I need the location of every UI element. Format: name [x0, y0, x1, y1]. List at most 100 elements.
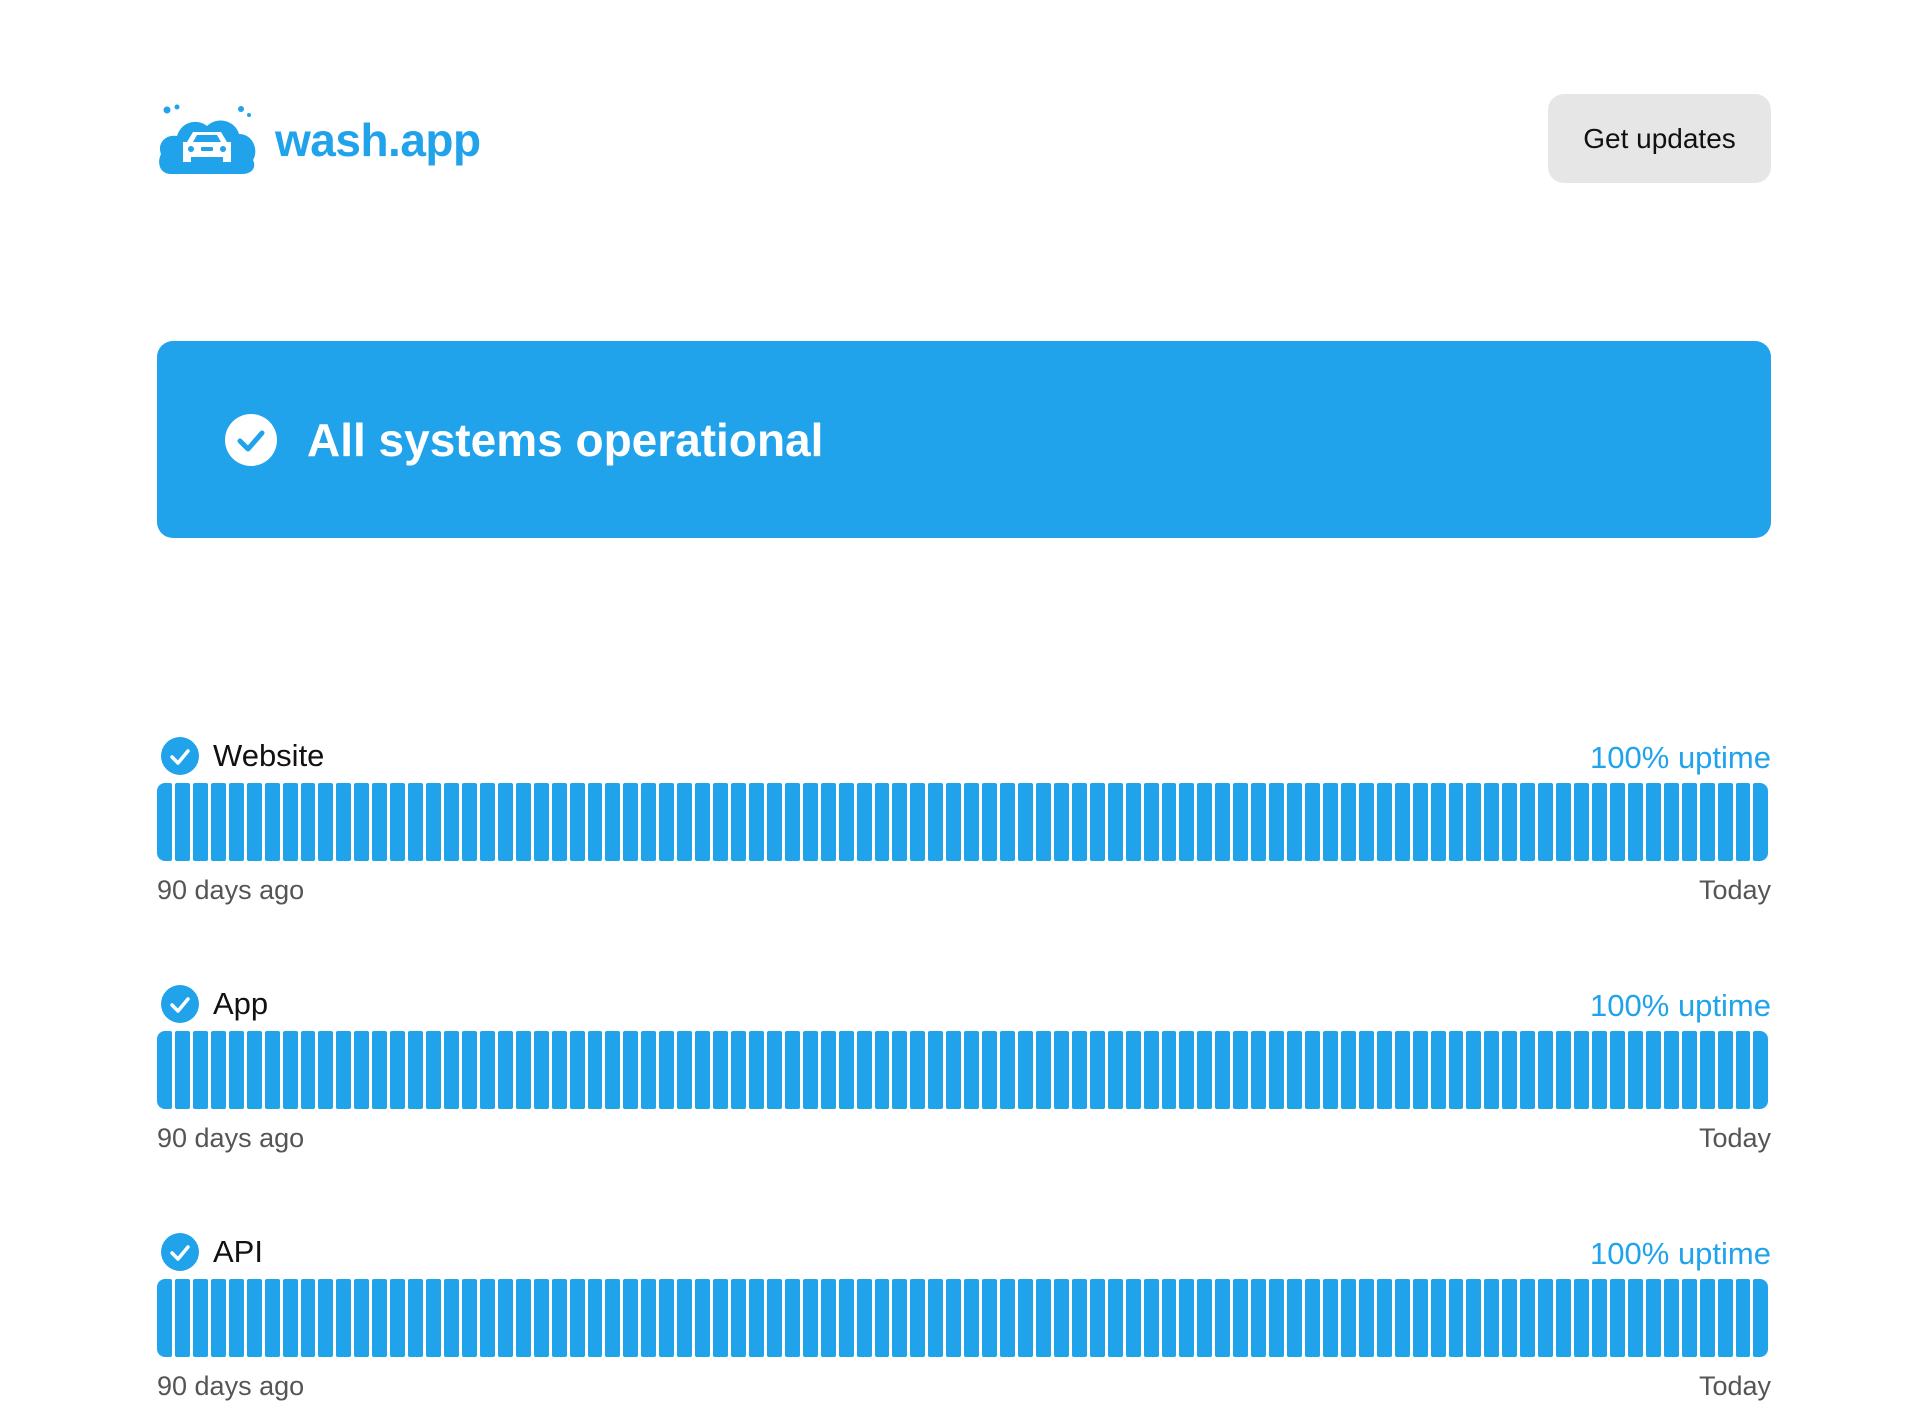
uptime-day-bar[interactable] — [892, 1031, 908, 1109]
uptime-day-bar[interactable] — [426, 1031, 441, 1109]
uptime-day-bar[interactable] — [1376, 1279, 1392, 1357]
uptime-day-bar[interactable] — [1502, 783, 1518, 861]
uptime-day-bar[interactable] — [1269, 1279, 1285, 1357]
uptime-day-bar[interactable] — [1430, 1279, 1446, 1357]
uptime-day-bar[interactable] — [641, 1031, 657, 1109]
uptime-day-bar[interactable] — [533, 1031, 549, 1109]
uptime-day-bar[interactable] — [1394, 1031, 1410, 1109]
uptime-day-bar[interactable] — [1233, 1031, 1249, 1109]
uptime-day-bar[interactable] — [946, 1279, 962, 1357]
uptime-day-bar[interactable] — [533, 783, 549, 861]
uptime-day-bar[interactable] — [1215, 1279, 1231, 1357]
uptime-day-bar[interactable] — [1699, 1031, 1715, 1109]
uptime-day-bar[interactable] — [605, 1031, 621, 1109]
uptime-day-bar[interactable] — [1484, 1031, 1500, 1109]
uptime-day-bar[interactable] — [623, 1031, 639, 1109]
uptime-day-bar[interactable] — [246, 1031, 262, 1109]
uptime-day-bar[interactable] — [300, 1031, 316, 1109]
uptime-day-bar[interactable] — [1089, 1031, 1105, 1109]
uptime-day-bar[interactable] — [300, 783, 316, 861]
uptime-day-bar[interactable] — [1035, 1279, 1051, 1357]
uptime-day-bar[interactable] — [497, 1031, 513, 1109]
uptime-day-bar[interactable] — [587, 1279, 603, 1357]
uptime-day-bar[interactable] — [1179, 1031, 1195, 1109]
uptime-day-bar[interactable] — [1251, 1031, 1267, 1109]
uptime-day-bar[interactable] — [336, 1031, 352, 1109]
uptime-day-bar[interactable] — [946, 1031, 962, 1109]
uptime-day-bar[interactable] — [910, 1279, 926, 1357]
uptime-day-bar[interactable] — [982, 783, 998, 861]
uptime-day-bar[interactable] — [1609, 783, 1625, 861]
uptime-day-bar[interactable] — [390, 783, 406, 861]
uptime-day-bar[interactable] — [748, 1031, 764, 1109]
uptime-day-bar[interactable] — [1233, 1279, 1249, 1357]
uptime-day-bar[interactable] — [390, 1031, 406, 1109]
uptime-day-bar[interactable] — [1735, 1279, 1751, 1357]
uptime-day-bar[interactable] — [192, 783, 208, 861]
uptime-day-bar[interactable] — [587, 1031, 603, 1109]
uptime-day-bar[interactable] — [1125, 783, 1141, 861]
uptime-day-bar[interactable] — [479, 783, 495, 861]
uptime-day-bar[interactable] — [856, 1031, 872, 1109]
uptime-day-bar[interactable] — [1520, 783, 1536, 861]
uptime-day-bar[interactable] — [1592, 1031, 1607, 1109]
uptime-day-bar[interactable] — [408, 1031, 424, 1109]
uptime-day-bar[interactable] — [390, 1279, 406, 1357]
uptime-day-bar[interactable] — [820, 1031, 836, 1109]
uptime-day-bar[interactable] — [1556, 1279, 1572, 1357]
uptime-day-bar[interactable] — [444, 1031, 459, 1109]
uptime-day-bar[interactable] — [982, 1279, 998, 1357]
uptime-day-bar[interactable] — [874, 1031, 890, 1109]
uptime-day-bar[interactable] — [605, 783, 621, 861]
uptime-day-bar[interactable] — [461, 783, 477, 861]
uptime-day-bar[interactable] — [1376, 783, 1392, 861]
uptime-day-bar[interactable] — [820, 1279, 836, 1357]
uptime-day-bar[interactable] — [1053, 783, 1069, 861]
uptime-day-bar[interactable] — [157, 1279, 172, 1357]
uptime-day-bar[interactable] — [1107, 1279, 1123, 1357]
uptime-day-bar[interactable] — [444, 1279, 459, 1357]
uptime-day-bar[interactable] — [461, 1279, 477, 1357]
uptime-day-bar[interactable] — [964, 1031, 980, 1109]
uptime-day-bar[interactable] — [1663, 1031, 1679, 1109]
uptime-day-bar[interactable] — [1125, 1279, 1141, 1357]
uptime-day-bar[interactable] — [354, 783, 370, 861]
uptime-day-bar[interactable] — [192, 1279, 208, 1357]
uptime-day-bar[interactable] — [605, 1279, 621, 1357]
uptime-day-bar[interactable] — [1305, 783, 1320, 861]
uptime-day-bar[interactable] — [479, 1279, 495, 1357]
uptime-day-bar[interactable] — [1322, 1031, 1338, 1109]
uptime-day-bar[interactable] — [1412, 783, 1428, 861]
uptime-day-bar[interactable] — [1627, 1279, 1643, 1357]
uptime-day-bar[interactable] — [659, 1031, 675, 1109]
uptime-day-bar[interactable] — [228, 1031, 244, 1109]
uptime-day-bar[interactable] — [1322, 1279, 1338, 1357]
uptime-day-bar[interactable] — [1645, 1031, 1661, 1109]
uptime-day-bar[interactable] — [497, 1279, 513, 1357]
uptime-day-bar[interactable] — [946, 783, 962, 861]
uptime-day-bar[interactable] — [1412, 1031, 1428, 1109]
uptime-day-bar[interactable] — [1322, 783, 1338, 861]
uptime-day-bar[interactable] — [856, 1279, 872, 1357]
uptime-day-bar[interactable] — [1071, 1279, 1087, 1357]
uptime-day-bar[interactable] — [1681, 1031, 1697, 1109]
uptime-day-bar[interactable] — [874, 783, 890, 861]
uptime-day-bar[interactable] — [1143, 783, 1159, 861]
uptime-day-bar[interactable] — [1645, 1279, 1661, 1357]
uptime-day-bar[interactable] — [1018, 783, 1033, 861]
uptime-day-bar[interactable] — [1233, 783, 1249, 861]
uptime-day-bar[interactable] — [1556, 1031, 1572, 1109]
uptime-day-bar[interactable] — [695, 783, 711, 861]
uptime-day-bar[interactable] — [892, 783, 908, 861]
uptime-day-bar[interactable] — [695, 1279, 711, 1357]
uptime-day-bar[interactable] — [1753, 1031, 1769, 1109]
uptime-day-bar[interactable] — [748, 783, 764, 861]
uptime-day-bar[interactable] — [1251, 1279, 1267, 1357]
uptime-day-bar[interactable] — [641, 783, 657, 861]
uptime-day-bar[interactable] — [1000, 783, 1015, 861]
uptime-day-bar[interactable] — [264, 1279, 280, 1357]
uptime-day-bar[interactable] — [1053, 1279, 1069, 1357]
uptime-day-bar[interactable] — [1000, 1279, 1015, 1357]
uptime-day-bar[interactable] — [551, 783, 567, 861]
uptime-day-bar[interactable] — [820, 783, 836, 861]
